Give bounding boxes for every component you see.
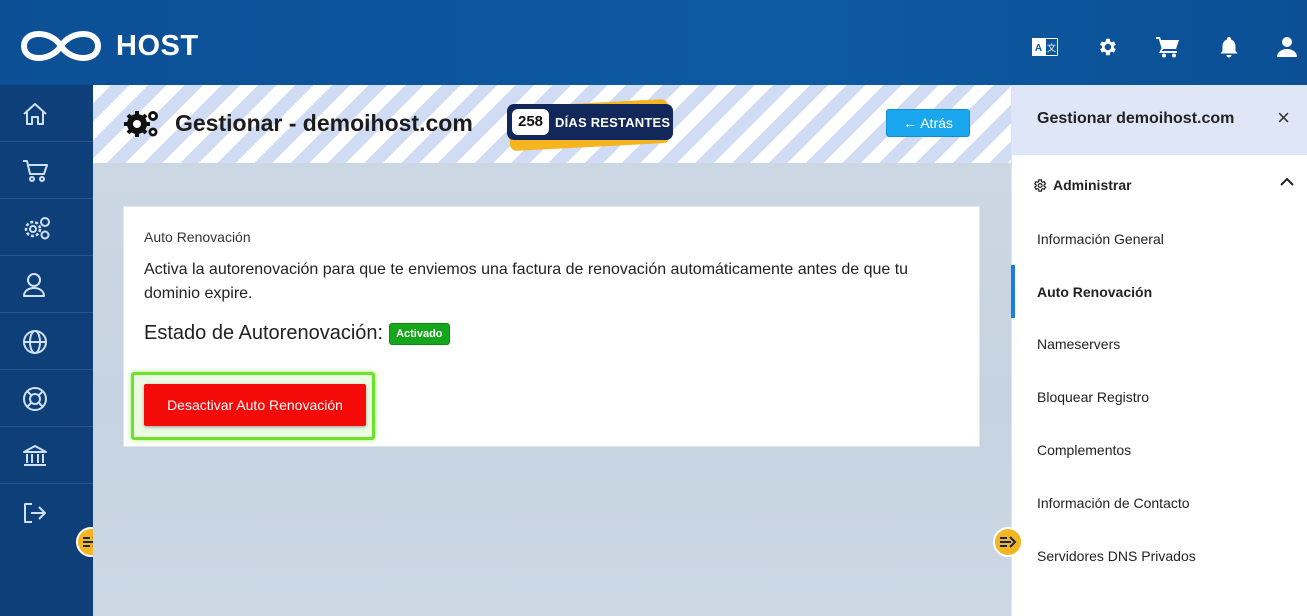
nav-item-dns-privados[interactable]: Servidores DNS Privados — [1012, 529, 1307, 582]
nav-item-nameservers[interactable]: Nameservers — [1012, 317, 1307, 370]
nav-item-complementos[interactable]: Complementos — [1012, 423, 1307, 476]
bell-icon[interactable] — [1214, 32, 1244, 62]
cart-icon — [23, 159, 48, 182]
top-bar: HOST A文 — [0, 0, 1307, 85]
brand-name: HOST — [116, 29, 199, 62]
right-panel-header: Gestionar demoihost.com × — [1012, 85, 1307, 155]
days-remaining-label: DÍAS RESTANTES — [555, 114, 671, 130]
gears-icon — [24, 216, 50, 239]
status-label: Estado de Autorenovación: — [144, 322, 384, 344]
right-panel-title: Gestionar demoihost.com — [1037, 110, 1235, 127]
nav-item-auto-renovacion[interactable]: Auto Renovación — [1011, 265, 1307, 318]
nav-item-informacion-contacto[interactable]: Información de Contacto — [1012, 476, 1307, 529]
logout-icon — [24, 502, 46, 523]
gear-icon[interactable] — [1092, 32, 1122, 62]
page-title: Gestionar - demoihost.com — [175, 109, 473, 136]
infinity-logo-icon — [20, 31, 102, 61]
globe-icon — [23, 329, 47, 354]
right-panel: Gestionar demoihost.com × Administrar In… — [1011, 85, 1307, 616]
page-header: Gestionar - demoihost.com 258 DÍAS RESTA… — [93, 85, 1011, 163]
status-badge: Activado — [389, 322, 450, 345]
chevron-up-icon — [1280, 177, 1294, 186]
page-title-wrap: Gestionar - demoihost.com — [123, 107, 473, 139]
disable-auto-renew-button[interactable]: Desactivar Auto Renovación — [144, 384, 366, 426]
lifebuoy-icon — [23, 386, 47, 411]
user-icon[interactable] — [1272, 32, 1302, 62]
svg-text:A: A — [1035, 43, 1042, 54]
sidebar-item-domains[interactable] — [0, 313, 93, 370]
sidebar-item-cart[interactable] — [0, 142, 93, 199]
auto-renew-card: Auto Renovación Activa la autorenovación… — [123, 206, 980, 447]
logo[interactable]: HOST — [16, 26, 199, 66]
nav-item-informacion-general[interactable]: Información General — [1012, 212, 1307, 265]
days-remaining-count: 258 — [512, 109, 550, 135]
card-title: Auto Renovación — [144, 229, 251, 245]
gear-icon — [1033, 178, 1047, 192]
expand-arrow-icon — [1000, 536, 1017, 548]
sidebar-item-billing[interactable] — [0, 427, 93, 484]
translate-icon[interactable]: A文 — [1030, 32, 1060, 62]
sidebar-item-home[interactable] — [0, 85, 93, 142]
bank-icon — [23, 444, 47, 466]
svg-text:文: 文 — [1047, 42, 1056, 54]
close-icon[interactable]: × — [1277, 107, 1290, 129]
back-button[interactable]: ← Atrás — [886, 109, 970, 137]
card-description: Activa la autorenovación para que te env… — [144, 261, 909, 302]
home-icon — [23, 102, 47, 125]
sidebar-item-support[interactable] — [0, 370, 93, 427]
user-icon — [23, 272, 45, 297]
main-content: Gestionar - demoihost.com 258 DÍAS RESTA… — [93, 85, 1011, 616]
sidebar-item-account[interactable] — [0, 256, 93, 313]
gears-icon — [124, 111, 158, 137]
nav-item-bloquear-registro[interactable]: Bloquear Registro — [1012, 370, 1307, 423]
cart-icon[interactable] — [1153, 32, 1183, 62]
section-administrar[interactable]: Administrar — [1032, 175, 1294, 195]
right-panel-expand-button[interactable] — [993, 527, 1023, 557]
section-title: Administrar — [1053, 177, 1132, 193]
days-remaining-badge: 258 DÍAS RESTANTES — [507, 98, 673, 152]
sidebar-item-services[interactable] — [0, 199, 93, 256]
status-row: Estado de Autorenovación: Activado — [144, 322, 450, 345]
